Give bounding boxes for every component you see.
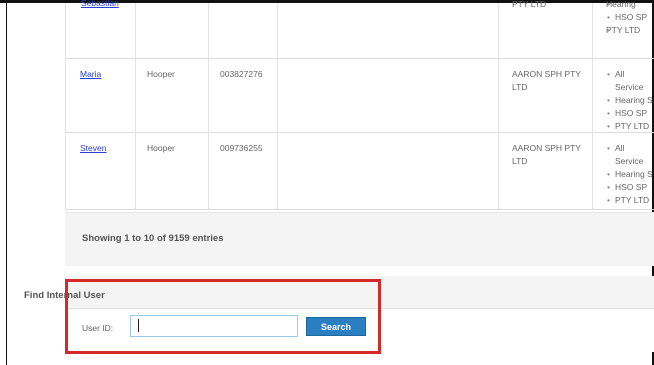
- user-name-link[interactable]: Steven: [80, 143, 106, 153]
- table-row: Maria Hooper 003827276 AARON SPH PTY LTD…: [65, 59, 654, 133]
- column-divider: [135, 3, 136, 210]
- column-divider: [208, 3, 209, 210]
- user-name-link[interactable]: Maria: [80, 69, 101, 79]
- column-divider: [498, 3, 499, 210]
- highlight-box: [65, 279, 381, 354]
- company-cell: AARON SPH PTY LTD: [512, 143, 581, 166]
- table-info-bar: Showing 1 to 10 of 9159 entries: [65, 212, 654, 266]
- list-item: HSO SP: [606, 181, 654, 194]
- organisations-cell: Hearing HSO SP PTY LTD: [606, 0, 654, 37]
- list-item: Hearing S: [606, 94, 654, 107]
- list-item: PTY LTD: [606, 120, 654, 133]
- user-id-cell: 003827276: [220, 69, 263, 79]
- company-cell: AARON SPH PTY LTD: [512, 69, 581, 92]
- column-divider: [277, 3, 278, 210]
- column-divider: [65, 3, 66, 210]
- user-id-cell: 009736255: [220, 143, 263, 153]
- list-item: HSO SP: [606, 107, 654, 120]
- company-cell: PTY LTD: [512, 0, 547, 9]
- list-item: HSO SP: [606, 11, 654, 24]
- organisations-cell: All Service Hearing S HSO SP PTY LTD: [606, 142, 654, 207]
- first-name-cell[interactable]: Sebastian: [81, 0, 119, 16]
- first-name-cell[interactable]: Maria: [80, 68, 101, 81]
- user-name-link[interactable]: Sebastian: [81, 0, 119, 8]
- list-item: PTY LTD: [606, 194, 654, 207]
- table-row: Sebastian PTY LTD Hearing HSO SP PTY LTD: [65, 0, 654, 59]
- list-item: Hearing S: [606, 168, 654, 181]
- organisations-cell: All Service Hearing S HSO SP PTY LTD: [606, 68, 654, 133]
- list-item: PTY LTD: [606, 24, 654, 37]
- last-name-cell: Hooper: [147, 143, 175, 153]
- list-item: Hearing: [606, 0, 654, 11]
- column-divider: [592, 3, 593, 210]
- first-name-cell[interactable]: Steven: [80, 142, 106, 155]
- list-item: All Service: [606, 142, 654, 168]
- entries-info: Showing 1 to 10 of 9159 entries: [82, 233, 224, 244]
- last-name-cell: Hooper: [147, 69, 175, 79]
- organisation-list: All Service Hearing S HSO SP PTY LTD: [606, 68, 654, 133]
- organisation-list: Hearing HSO SP PTY LTD: [606, 0, 654, 37]
- organisation-list: All Service Hearing S HSO SP PTY LTD: [606, 142, 654, 207]
- table-row: Steven Hooper 009736255 AARON SPH PTY LT…: [65, 133, 654, 210]
- list-item: All Service: [606, 68, 654, 94]
